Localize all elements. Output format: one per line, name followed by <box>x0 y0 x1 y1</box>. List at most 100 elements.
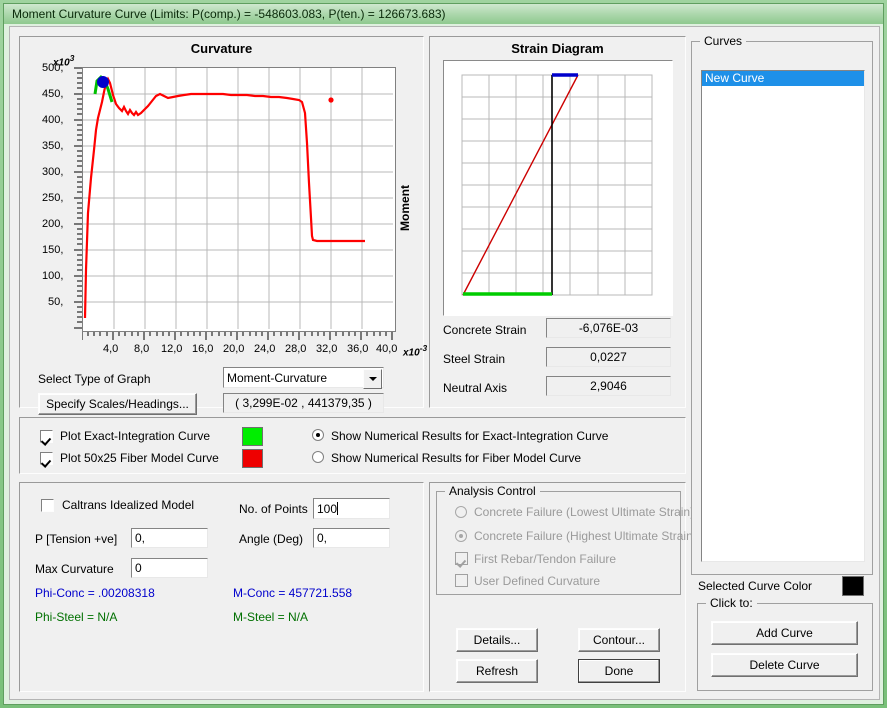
first-rebar-failure-checkbox <box>455 552 468 565</box>
strain-panel: Strain Diagram Concrete Strain -6,076E-0… <box>429 36 686 408</box>
click-to-group: Click to: Add Curve Delete Curve <box>697 596 873 691</box>
neutral-axis-value: 2,9046 <box>546 376 671 396</box>
contour-button[interactable]: Contour... <box>578 628 660 652</box>
chevron-down-icon[interactable] <box>363 369 382 389</box>
window-title: Moment Curvature Curve (Limits: P(comp.)… <box>12 7 446 21</box>
curvature-panel-title: Curvature <box>190 41 253 56</box>
show-fiber-results-radio[interactable] <box>312 451 324 463</box>
analysis-right-panel: Analysis Control Concrete Failure (Lowes… <box>429 482 697 692</box>
show-exact-results-radio[interactable] <box>312 429 324 441</box>
show-exact-results-label: Show Numerical Results for Exact-Integra… <box>331 429 609 443</box>
y-tick-label-1: 450, <box>42 88 64 100</box>
title-bar: Moment Curvature Curve (Limits: P(comp.)… <box>4 4 883 24</box>
no-of-points-input[interactable]: 100 <box>313 498 390 519</box>
plot-fiber-checkbox[interactable] <box>40 452 53 465</box>
first-rebar-failure-label: First Rebar/Tendon Failure <box>474 552 617 566</box>
analysis-control-title: Analysis Control <box>445 484 540 498</box>
concrete-failure-highest-label: Concrete Failure (Highest Ultimate Strai… <box>474 529 697 543</box>
y-tick-label-6: 200, <box>42 218 64 230</box>
concrete-failure-lowest-label: Concrete Failure (Lowest Ultimate Strain… <box>474 505 695 519</box>
phi-steel-result: Phi-Steel = N/A <box>35 610 118 624</box>
y-tick-label-2: 400, <box>42 114 64 126</box>
concrete-failure-lowest-radio <box>455 506 467 518</box>
params-panel: Caltrans Idealized Model P [Tension +ve]… <box>19 482 424 692</box>
angle-value: 0, <box>317 531 328 545</box>
client-area: Curvature x103 500, 450, 400, 350, 300, … <box>9 26 880 700</box>
plot-exact-checkbox[interactable] <box>40 430 53 443</box>
plot-fiber-label: Plot 50x25 Fiber Model Curve <box>60 451 219 465</box>
no-of-points-value: 100 <box>317 501 338 516</box>
strain-diagram-svg <box>461 73 653 296</box>
y-tick-label-0: 500, <box>42 62 64 74</box>
strain-diagram[interactable] <box>443 60 673 316</box>
y-tick-label-7: 150, <box>42 244 64 256</box>
y-tick-label-5: 250, <box>42 192 64 204</box>
graph-type-value: Moment-Curvature <box>227 370 328 385</box>
x-axis-ticks <box>82 332 393 340</box>
selected-curve-color-swatch[interactable] <box>842 576 864 596</box>
x-axis-multiplier: x10-3 <box>403 343 428 359</box>
list-item[interactable]: New Curve <box>702 71 864 86</box>
strain-panel-title: Strain Diagram <box>511 41 604 56</box>
x-tick-label-4: 20,0 <box>223 343 245 355</box>
curvature-plot-svg <box>83 68 393 329</box>
refresh-button[interactable]: Refresh <box>456 659 538 683</box>
x-tick-label-5: 24,0 <box>254 343 276 355</box>
p-tension-label: P [Tension +ve] <box>35 532 118 546</box>
p-tension-input[interactable]: 0, <box>131 528 208 548</box>
max-curvature-input[interactable]: 0 <box>131 558 208 578</box>
angle-input[interactable]: 0, <box>313 528 390 548</box>
plot-options-panel: Plot Exact-Integration Curve Plot 50x25 … <box>19 417 686 474</box>
application-window: Moment Curvature Curve (Limits: P(comp.)… <box>0 0 887 708</box>
fiber-curve-color-swatch[interactable] <box>242 449 263 468</box>
x-tick-label-7: 32,0 <box>316 343 338 355</box>
neutral-axis-label: Neutral Axis <box>443 381 508 395</box>
x-tick-label-8: 36,0 <box>347 343 369 355</box>
phi-conc-result: Phi-Conc = .00208318 <box>35 586 155 600</box>
done-button[interactable]: Done <box>578 659 660 683</box>
x-tick-label-2: 12,0 <box>161 343 183 355</box>
select-graph-label: Select Type of Graph <box>38 372 151 386</box>
user-defined-curvature-label: User Defined Curvature <box>474 574 601 588</box>
concrete-strain-value: -6,076E-03 <box>546 318 671 338</box>
peak-marker <box>97 76 109 88</box>
specify-scales-button[interactable]: Specify Scales/Headings... <box>38 393 197 415</box>
curvature-plot[interactable] <box>82 67 396 332</box>
delete-curve-button[interactable]: Delete Curve <box>711 653 858 677</box>
click-to-title: Click to: <box>706 596 757 610</box>
concrete-strain-label: Concrete Strain <box>443 323 527 337</box>
graph-type-combo[interactable]: Moment-Curvature <box>223 367 384 389</box>
y-tick-label-8: 100, <box>42 270 64 282</box>
isolated-point <box>328 97 334 103</box>
x-tick-label-9: 40,0 <box>376 343 398 355</box>
details-button[interactable]: Details... <box>456 628 538 652</box>
y-axis-ticks <box>74 67 82 329</box>
concrete-failure-highest-radio <box>455 530 467 542</box>
show-fiber-results-label: Show Numerical Results for Fiber Model C… <box>331 451 582 465</box>
max-curvature-label: Max Curvature <box>35 562 114 576</box>
analysis-control-group: Analysis Control Concrete Failure (Lowes… <box>436 484 697 595</box>
m-steel-result: M-Steel = N/A <box>233 610 309 624</box>
y-tick-label-9: 50, <box>48 296 64 308</box>
caltrans-checkbox[interactable] <box>41 499 54 512</box>
window-frame: Moment Curvature Curve (Limits: P(comp.)… <box>3 3 884 705</box>
coordinate-readout: ( 3,299E-02 , 441379,35 ) <box>223 393 384 413</box>
selected-curve-color-label: Selected Curve Color <box>698 579 813 593</box>
no-of-points-label: No. of Points <box>239 502 308 516</box>
curvature-panel: Curvature x103 500, 450, 400, 350, 300, … <box>19 36 428 415</box>
curves-group: Curves New Curve <box>691 34 873 575</box>
steel-strain-value: 0,0227 <box>546 347 671 367</box>
m-conc-result: M-Conc = 457721.558 <box>233 586 353 600</box>
curves-listbox[interactable]: New Curve <box>701 70 865 562</box>
p-tension-value: 0, <box>135 531 146 545</box>
x-tick-label-1: 8,0 <box>134 343 150 355</box>
y-tick-label-4: 300, <box>42 166 64 178</box>
user-defined-curvature-checkbox <box>455 574 468 587</box>
max-curvature-value: 0 <box>135 561 142 575</box>
plot-exact-label: Plot Exact-Integration Curve <box>60 429 211 443</box>
exact-curve-color-swatch[interactable] <box>242 427 263 446</box>
curves-title: Curves <box>700 34 747 48</box>
x-tick-label-0: 4,0 <box>103 343 119 355</box>
add-curve-button[interactable]: Add Curve <box>711 621 858 645</box>
angle-label: Angle (Deg) <box>239 532 304 546</box>
